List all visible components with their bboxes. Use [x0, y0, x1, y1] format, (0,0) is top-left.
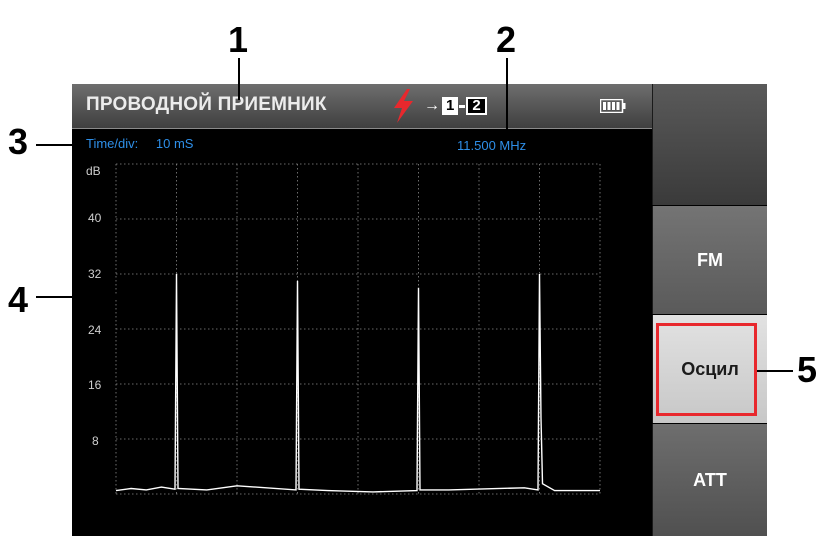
oscilloscope-plot — [115, 163, 601, 495]
callout-2: 2 — [496, 19, 517, 60]
softkey-blank[interactable] — [652, 84, 767, 205]
leader-line-1 — [238, 58, 240, 100]
signal-trace — [115, 273, 600, 493]
callout-4: 4 — [8, 279, 29, 320]
softkey-att[interactable]: ATT — [652, 424, 767, 536]
callout-1: 1 — [228, 19, 249, 60]
device-screen: ПРОВОДНОЙ ПРИЕМНИК → 1 2 Time/div: 10 mS… — [72, 84, 767, 536]
selected-softkey-highlight — [656, 323, 757, 416]
callout-5: 5 — [797, 349, 818, 390]
leader-line-4 — [36, 296, 171, 298]
softkey-fm[interactable]: FM — [652, 206, 767, 314]
leader-line-2 — [506, 58, 508, 136]
leader-line-3 — [36, 144, 88, 146]
callout-3: 3 — [8, 121, 29, 162]
plot-grid — [115, 163, 601, 495]
leader-line-5 — [757, 370, 793, 372]
